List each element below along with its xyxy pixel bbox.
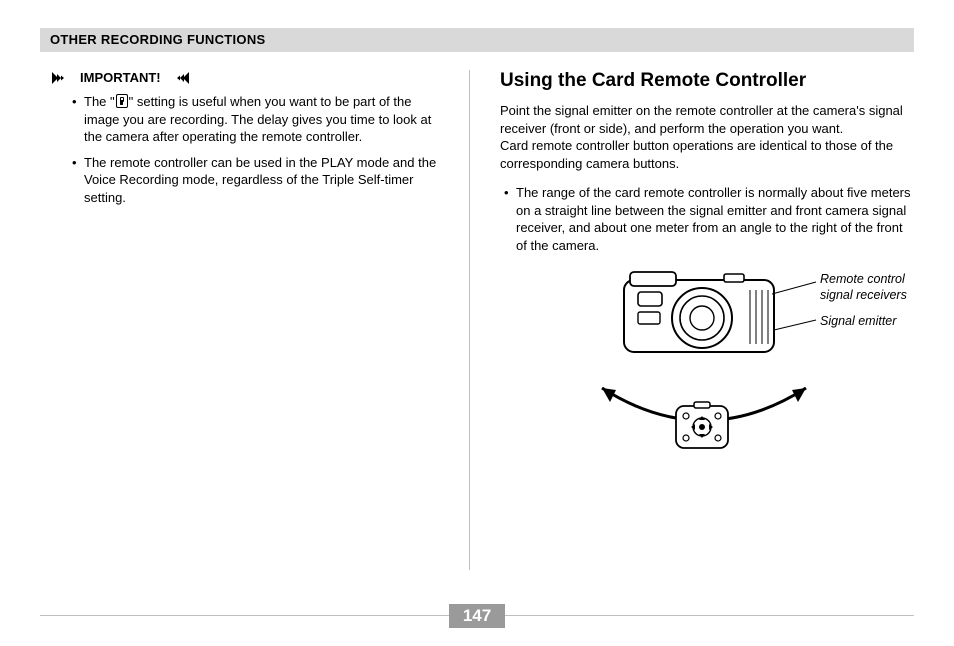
manual-page: OTHER RECORDING FUNCTIONS IMPORTANT! The… [0,0,954,646]
subsection-heading: Using the Card Remote Controller [500,70,914,92]
chevron-left-icon [167,72,189,84]
section-header: OTHER RECORDING FUNCTIONS [40,28,914,52]
section-title: OTHER RECORDING FUNCTIONS [50,32,266,47]
diagram-label-receivers: Remote control signal receivers [820,272,914,303]
important-list: The "" setting is useful when you want t… [74,93,439,206]
column-divider [469,70,470,570]
footer-rule-left [40,615,449,616]
list-item: The remote controller can be used in the… [74,154,439,207]
paragraph: Point the signal emitter on the remote c… [500,102,914,172]
list-item: The range of the card remote controller … [506,184,914,254]
bullet-text: The range of the card remote controller … [516,185,911,253]
remote-icon [116,94,128,108]
bullet-text-post: " setting is useful when you want to be … [84,94,431,144]
footer-rule-right [505,615,914,616]
paragraph-text: Point the signal emitter on the remote c… [500,103,903,136]
chevron-right-icon [52,72,74,84]
page-footer: 147 [40,604,914,628]
diagram-label-emitter: Signal emitter [820,314,896,328]
right-column: Using the Card Remote Controller Point t… [500,70,914,570]
bullet-text: The remote controller can be used in the… [84,155,436,205]
important-callout: IMPORTANT! [52,70,439,85]
label-text: Remote control signal receivers [820,272,907,302]
left-column: IMPORTANT! The "" setting is useful when… [40,70,439,570]
two-column-layout: IMPORTANT! The "" setting is useful when… [40,70,914,570]
label-text: Signal emitter [820,314,896,328]
range-note-list: The range of the card remote controller … [506,184,914,254]
list-item: The "" setting is useful when you want t… [74,93,439,146]
important-label: IMPORTANT! [80,70,161,85]
bullet-text-pre: The " [84,94,115,109]
page-number: 147 [449,604,505,628]
paragraph-text: Card remote controller button operations… [500,138,893,171]
camera-remote-diagram: Remote control signal receivers Signal e… [554,268,914,458]
